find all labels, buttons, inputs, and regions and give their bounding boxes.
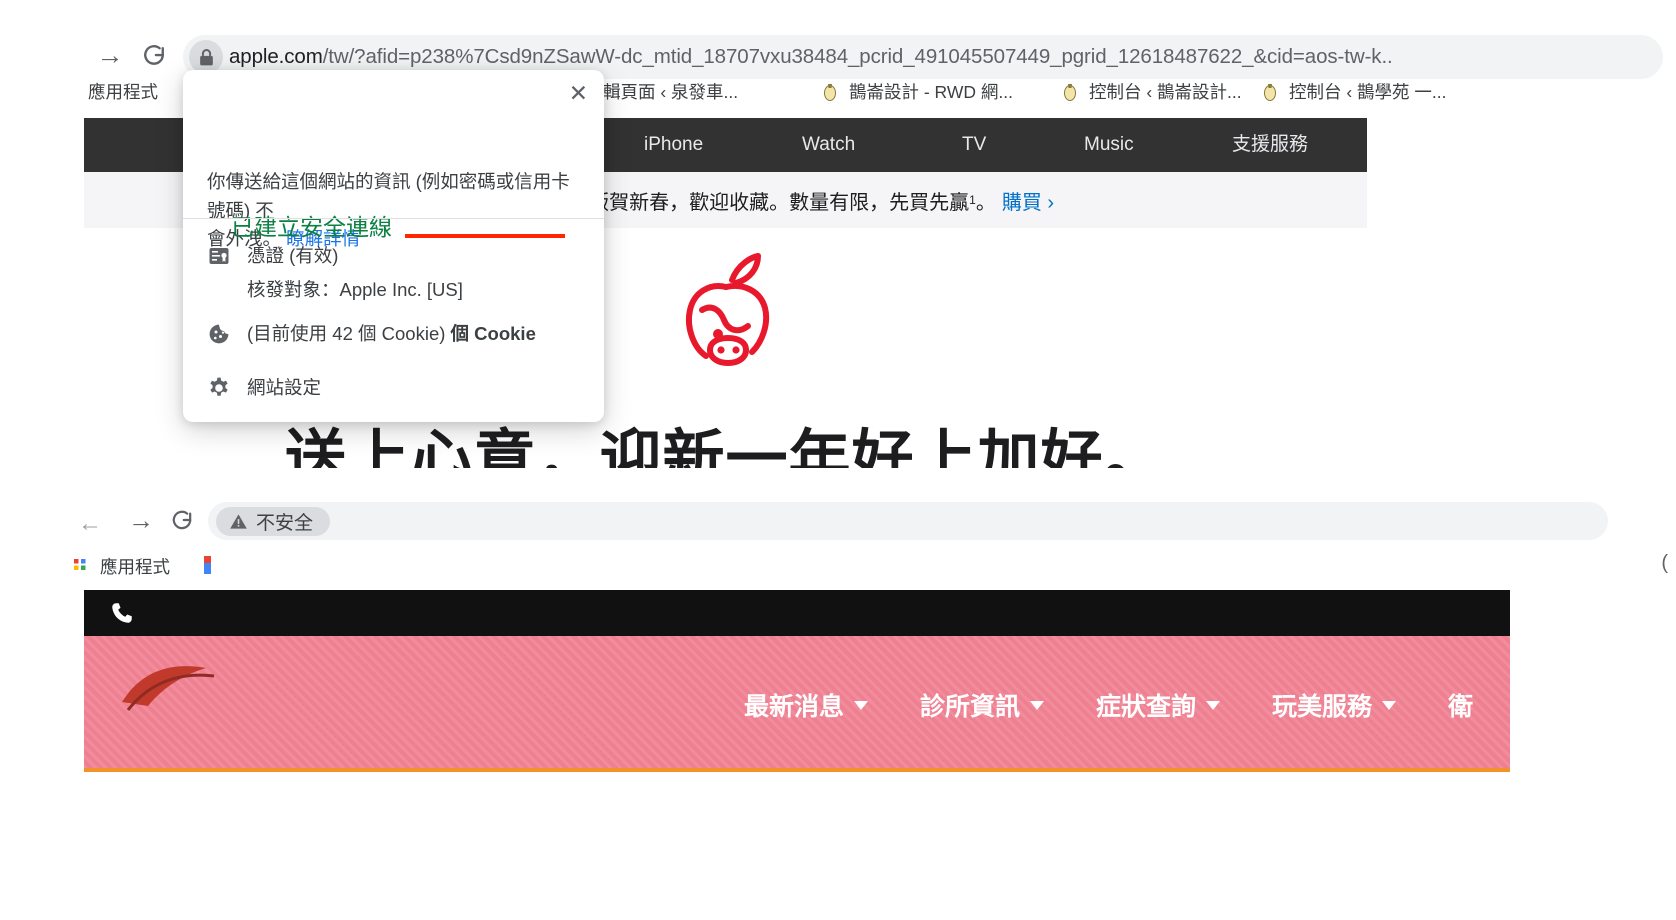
bookmark-apps-label[interactable]: 應用程式 — [100, 554, 170, 580]
apple-promo-period: 。 — [975, 191, 996, 214]
screenshot-root: → apple.com/tw/?afid=p238%7Csd9nZSawW-dc… — [0, 0, 1676, 920]
bookmark-item-3-label: 控制台 ‹ 鵲崙設計... — [1089, 81, 1242, 102]
clinic-menu-item-3[interactable]: 玩美服務 — [1272, 687, 1397, 723]
bookmark-item-4-label: 控制台 ‹ 鵲學苑 一... — [1289, 81, 1447, 102]
site-information-popup-secure[interactable]: ✕ 已建立安全連線 你傳送給這個網站的資訊 (例如密碼或信用卡號碼) 不 會外洩… — [183, 70, 604, 422]
clinic-logo-icon[interactable] — [114, 656, 244, 722]
back-arrow-icon[interactable]: ← — [78, 510, 102, 538]
popup-row-cookies[interactable]: (目前使用 42 個 Cookie) 個 Cookie — [207, 320, 536, 348]
chevron-down-icon — [1382, 700, 1397, 710]
annotation-underline — [405, 234, 565, 238]
cookies-count-label: (目前使用 42 個 Cookie) — [247, 323, 446, 344]
clinic-body-area — [84, 772, 1510, 920]
apple-nav-item-support[interactable]: 支援服務 — [1232, 118, 1308, 172]
clinic-topbar — [84, 590, 1510, 636]
clinic-website-content: 最新消息 診所資訊 症狀查詢 玩美服務 衛 — [84, 590, 1510, 920]
browser-window-bottom: ← → 不安全 應用程式 (最新消息 診所資訊 症狀查詢 玩美服務 衛 — [0, 490, 1676, 920]
site-settings-label: 網站設定 — [247, 377, 322, 398]
clinic-menu: 最新消息 診所資訊 症狀查詢 玩美服務 衛 — [744, 688, 1473, 722]
apps-grid-icon[interactable] — [74, 559, 90, 575]
warning-triangle-icon — [230, 514, 247, 529]
bookmark-apps-label: 應用程式 — [88, 81, 158, 102]
cookie-icon — [209, 324, 229, 344]
popup-secure-body: 已建立安全連線 你傳送給這個網站的資訊 (例如密碼或信用卡號碼) 不 會外洩。 … — [207, 126, 579, 254]
popup-row-certificate[interactable]: 憑證 (有效) 核發對象：Apple Inc. [US] — [207, 242, 463, 304]
close-icon[interactable]: ✕ — [569, 82, 588, 105]
bookmark-item-2-label: 鵲崙設計 - RWD 網... — [849, 81, 1013, 102]
browser-toolbar-bottom: ← → 不安全 — [0, 490, 1676, 548]
apple-ox-logo-icon — [666, 250, 786, 380]
forward-arrow-icon[interactable]: → — [125, 506, 157, 534]
clinic-menu-item-0[interactable]: 最新消息 — [744, 687, 869, 723]
gear-icon — [210, 377, 228, 396]
address-bar[interactable]: 不安全 — [208, 502, 1608, 540]
certificate-issued-to: 核發對象：Apple Inc. [US] — [247, 278, 463, 300]
clinic-menu-item-1[interactable]: 診所資訊 — [920, 687, 1045, 723]
lock-icon[interactable] — [189, 40, 223, 74]
certificate-label: 憑證 (有效) — [247, 245, 339, 266]
bookmark-favicon — [1264, 84, 1276, 101]
clinic-menu-item-3-label: 玩美服務 — [1272, 693, 1373, 721]
bookmark-item-4[interactable]: 控制台 ‹ 鵲學苑 一... — [1260, 72, 1447, 110]
clinic-menu-item-1-label: 診所資訊 — [920, 693, 1021, 721]
bookmark-item-3[interactable]: 控制台 ‹ 鵲崙設計... — [1060, 72, 1242, 110]
clinic-menu-item-2-label: 症狀查詢 — [1096, 693, 1197, 721]
forward-arrow-icon[interactable]: → — [93, 42, 127, 69]
popup-divider — [183, 218, 604, 219]
bookmark-favicon[interactable] — [200, 554, 220, 576]
bookmarks-bar-bottom: 應用程式 ( — [0, 546, 1676, 586]
bookmark-item-1-label: 輯頁面 ‹ 泉發車... — [603, 81, 739, 102]
cookies-suffix-label: 個 Cookie — [450, 323, 536, 344]
clinic-menu-item-0-label: 最新消息 — [744, 693, 845, 721]
bookmark-favicon — [824, 84, 836, 101]
not-secure-badge[interactable]: 不安全 — [216, 507, 331, 536]
clinic-menu-item-4-label: 衛 — [1448, 693, 1474, 721]
phone-icon[interactable] — [109, 600, 135, 626]
chevron-down-icon — [1030, 700, 1045, 710]
apple-nav-item-tv[interactable]: TV — [962, 118, 986, 172]
bookmark-item-2[interactable]: 鵲崙設計 - RWD 網... — [820, 72, 1013, 110]
clinic-menu-item-2[interactable]: 症狀查詢 — [1096, 687, 1221, 723]
clinic-nav-bar: 最新消息 診所資訊 症狀查詢 玩美服務 衛 — [84, 636, 1510, 768]
url-host: apple.com — [229, 45, 323, 68]
url-path: /tw/?afid=p238%7Csd9nZSawW-dc_mtid_18707… — [322, 45, 1393, 68]
apple-nav-item-music[interactable]: Music — [1084, 118, 1134, 172]
bookmark-apps[interactable]: 應用程式 — [88, 72, 158, 110]
apple-promo-footnote: 1 — [969, 193, 976, 207]
apple-nav-item-watch[interactable]: Watch — [802, 118, 855, 172]
popup-row-site-settings[interactable]: 網站設定 — [207, 374, 321, 402]
bookmark-item-1[interactable]: 輯頁面 ‹ 泉發車... — [603, 72, 738, 110]
not-secure-label: 不安全 — [256, 513, 314, 534]
bookmarks-overflow-label[interactable]: ( — [1661, 552, 1668, 575]
certificate-icon — [209, 248, 229, 264]
bookmark-favicon — [1064, 84, 1076, 101]
reload-icon[interactable] — [139, 40, 169, 70]
clinic-menu-item-4[interactable]: 衛 — [1448, 687, 1473, 723]
browser-toolbar-top: → apple.com/tw/?afid=p238%7Csd9nZSawW-dc… — [0, 12, 1676, 79]
chevron-down-icon — [1206, 700, 1221, 710]
apple-promo-cta[interactable]: 購買 › — [1002, 186, 1054, 215]
browser-window-top: → apple.com/tw/?afid=p238%7Csd9nZSawW-dc… — [0, 0, 1676, 490]
chevron-down-icon — [854, 700, 869, 710]
popup-secure-title: 已建立安全連線 — [231, 214, 392, 240]
reload-icon[interactable] — [168, 506, 196, 534]
apple-nav-item-iphone[interactable]: iPhone — [644, 118, 703, 172]
